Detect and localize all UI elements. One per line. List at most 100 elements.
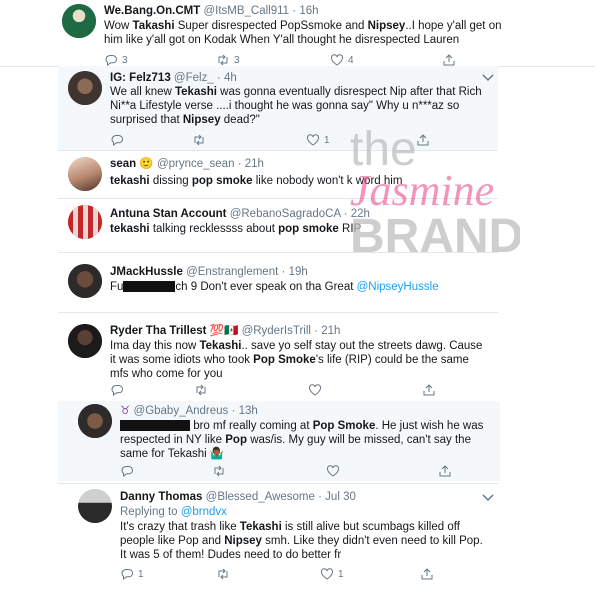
timestamp[interactable]: Jul 30 [325, 491, 356, 503]
like-button[interactable]: 4 [330, 54, 354, 66]
tweet-text: tekashi dissing pop smoke like nobody wo… [110, 175, 403, 187]
display-name[interactable]: Ryder Tha Trillest [110, 325, 207, 337]
retweet-button[interactable] [216, 568, 230, 580]
replying-to: Replying to @brndvx [120, 506, 227, 518]
retweet-button[interactable] [194, 384, 208, 396]
display-name[interactable]: Danny Thomas [120, 491, 202, 503]
tweet-header: Antuna Stan Account @RebanoSagradoCA · 2… [110, 208, 370, 220]
tweet-text: We all knew Tekashi was gonna eventually… [110, 86, 482, 126]
avatar[interactable] [68, 324, 102, 358]
emoji: ♉ [120, 405, 131, 417]
tweet-4[interactable]: Antuna Stan Account @RebanoSagradoCA · 2… [58, 203, 498, 245]
avatar[interactable] [68, 205, 102, 239]
tweet-actions: 1 1 [120, 568, 490, 582]
user-handle[interactable]: @prynce_sean [157, 158, 235, 170]
display-name[interactable]: Antuna Stan Account [110, 208, 227, 220]
retweet-icon [212, 465, 226, 477]
timestamp[interactable]: 16h [299, 5, 318, 17]
chevron-down-icon[interactable] [482, 494, 494, 502]
display-name[interactable]: We.Bang.On.CMT [104, 5, 200, 17]
heart-icon [330, 54, 344, 66]
timestamp[interactable]: 13h [239, 405, 258, 417]
like-button[interactable] [308, 384, 322, 396]
mention-link[interactable]: @NipseyHussle [357, 281, 439, 293]
reply-button[interactable] [110, 384, 124, 396]
share-icon [416, 134, 430, 146]
tweet-8[interactable]: Danny Thomas @Blessed_Awesome · Jul 30 R… [58, 486, 500, 595]
heart-icon [320, 568, 334, 580]
tweet-3[interactable]: sean 🙂 @prynce_sean · 21h tekashi dissin… [58, 153, 498, 195]
tweet-text: bro mf really coming at Pop Smoke. He ju… [120, 420, 484, 460]
user-handle[interactable]: @Blessed_Awesome [206, 491, 315, 503]
user-handle[interactable]: @ItsMB_Call911 [203, 5, 289, 17]
share-button[interactable] [416, 134, 430, 146]
tweet-header: Danny Thomas @Blessed_Awesome · Jul 30 [120, 491, 356, 503]
share-button[interactable] [422, 384, 436, 396]
tweet-6[interactable]: Ryder Tha Trillest 💯🇲🇽 @RyderIsTrill · 2… [58, 318, 498, 400]
reply-button[interactable] [110, 134, 124, 146]
share-icon [442, 54, 456, 66]
timestamp[interactable]: 22h [351, 208, 370, 220]
share-icon [438, 465, 452, 477]
tweet-text: Wow Takashi Super disrespected PopSsmoke… [104, 20, 502, 46]
chevron-down-icon[interactable] [482, 74, 494, 82]
avatar[interactable] [78, 404, 112, 438]
tweet-actions [120, 465, 490, 479]
tweet-1[interactable]: We.Bang.On.CMT @ItsMB_Call911 · 16h Wow … [0, 0, 595, 66]
tweet-actions [110, 384, 490, 398]
heart-icon [306, 134, 320, 146]
reply-icon [104, 54, 118, 66]
user-handle[interactable]: @Felz_ [174, 72, 214, 84]
user-handle[interactable]: @Enstranglement [186, 266, 278, 278]
share-button[interactable] [420, 568, 434, 580]
tweet-header: Ryder Tha Trillest 💯🇲🇽 @RyderIsTrill · 2… [110, 325, 341, 337]
user-handle[interactable]: @RyderIsTrill [242, 325, 311, 337]
reply-button[interactable]: 1 [120, 568, 144, 580]
avatar[interactable] [62, 4, 96, 38]
timestamp[interactable]: 19h [289, 266, 308, 278]
tweet-text: Ima day this now Tekashi.. save yo self … [110, 340, 483, 380]
tweet-header: We.Bang.On.CMT @ItsMB_Call911 · 16h [104, 5, 319, 17]
user-handle[interactable]: @Gbaby_Andreus [134, 405, 229, 417]
tweet-5[interactable]: JMackHussle @Enstranglement · 19h Fu ch 9… [58, 258, 498, 308]
avatar[interactable] [78, 489, 112, 523]
share-button[interactable] [438, 465, 452, 477]
like-button[interactable] [326, 465, 340, 477]
avatar[interactable] [68, 157, 102, 191]
reply-icon [120, 568, 134, 580]
avatar[interactable] [68, 71, 102, 105]
tweet-2[interactable]: IG: Felz713 @Felz_ · 4h We all knew Teka… [58, 66, 498, 150]
redacted-text [123, 281, 176, 293]
separator [58, 150, 498, 151]
tweet-header: sean 🙂 @prynce_sean · 21h [110, 158, 264, 170]
share-icon [420, 568, 434, 580]
like-button[interactable]: 1 [320, 568, 344, 580]
display-name[interactable]: sean [110, 158, 136, 170]
like-button[interactable]: 1 [306, 134, 330, 146]
reply-icon [110, 384, 124, 396]
timestamp[interactable]: 4h [224, 72, 237, 84]
retweet-button[interactable] [192, 134, 206, 146]
tweet-text: It's crazy that trash like Tekashi is st… [120, 521, 483, 561]
replying-to-link[interactable]: @brndvx [181, 506, 227, 518]
timestamp[interactable]: 21h [321, 325, 340, 337]
separator [58, 483, 498, 484]
retweet-icon [216, 54, 230, 66]
tweet-7[interactable]: ♉ @Gbaby_Andreus · 13h bro mf really com… [58, 401, 500, 481]
display-name[interactable]: JMackHussle [110, 266, 183, 278]
emoji: 💯🇲🇽 [209, 325, 239, 337]
timestamp[interactable]: 21h [245, 158, 264, 170]
avatar[interactable] [68, 264, 102, 298]
share-button[interactable] [442, 54, 456, 66]
reply-icon [120, 465, 134, 477]
retweet-icon [194, 384, 208, 396]
reply-button[interactable]: 3 [104, 54, 128, 66]
heart-icon [308, 384, 322, 396]
display-name[interactable]: IG: Felz713 [110, 72, 171, 84]
retweet-button[interactable]: 3 [216, 54, 240, 66]
reply-button[interactable] [120, 465, 134, 477]
retweet-button[interactable] [212, 465, 226, 477]
user-handle[interactable]: @RebanoSagradoCA [230, 208, 341, 220]
tweet-header: ♉ @Gbaby_Andreus · 13h [120, 405, 258, 417]
separator [58, 312, 498, 313]
